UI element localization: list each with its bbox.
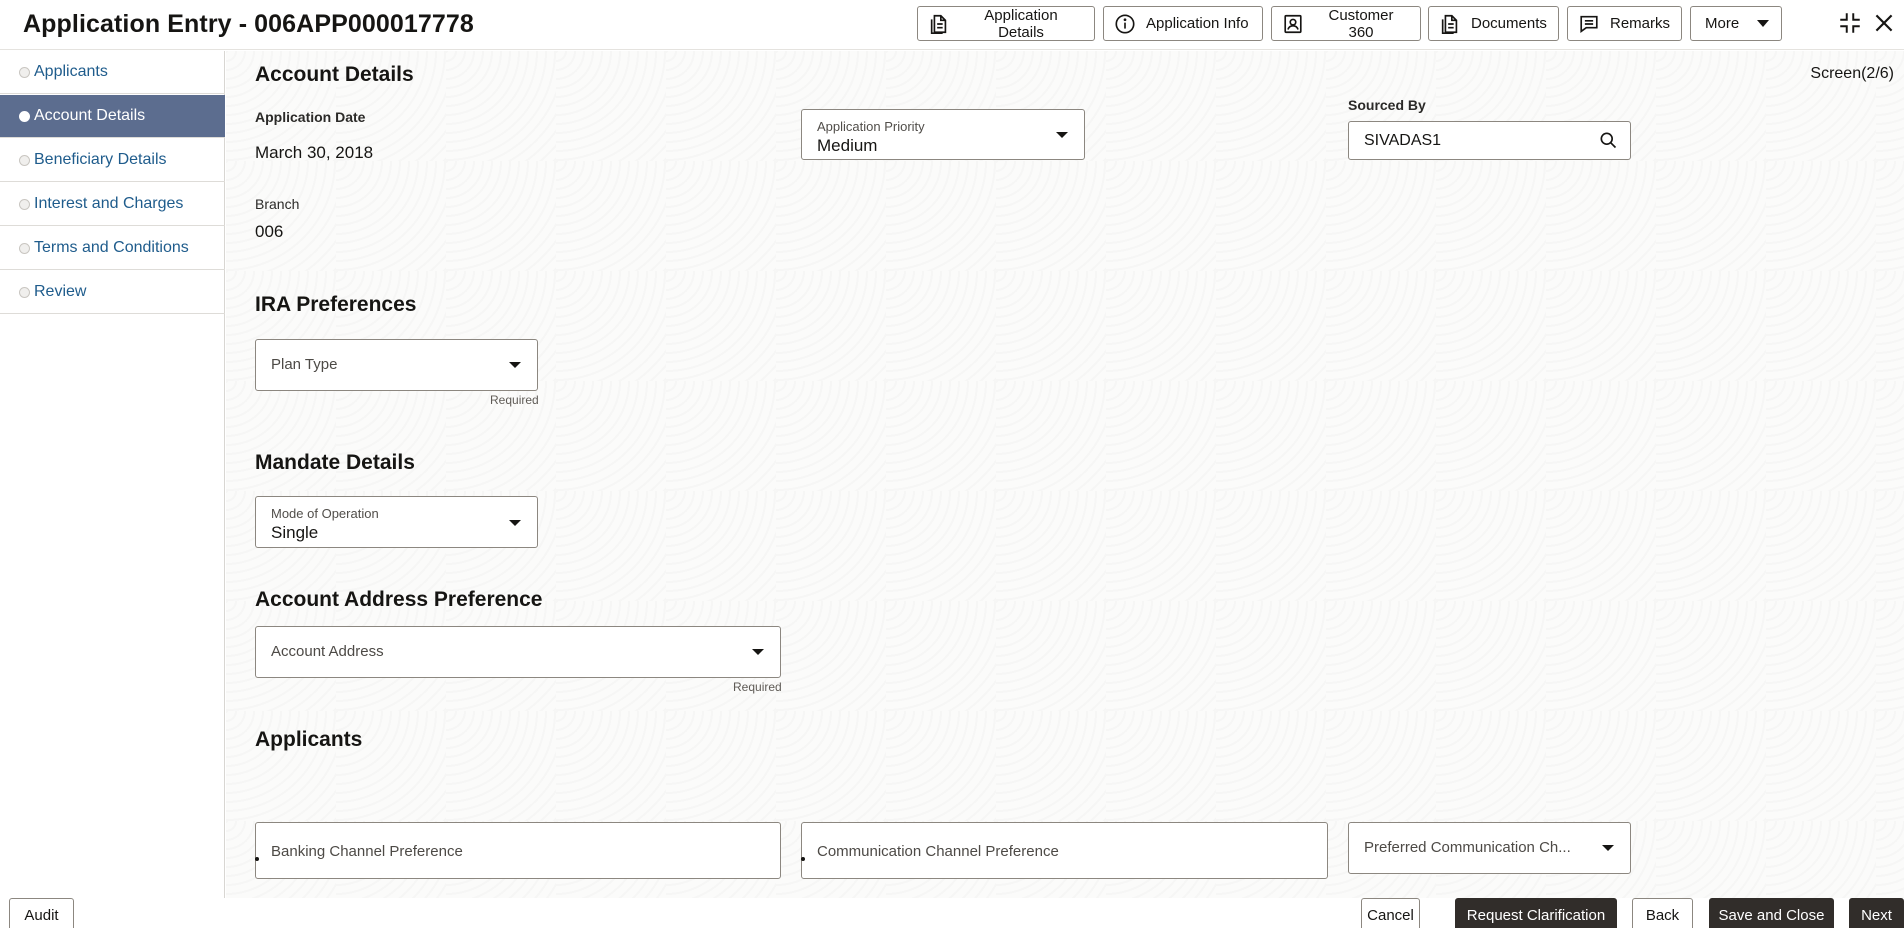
documents-icon [1441,14,1458,34]
application-priority-label: Application Priority [817,119,925,134]
banking-channel-preference-field[interactable]: Banking Channel Preference [255,822,781,879]
account-address-placeholder: Account Address [271,643,384,660]
collapse-icon[interactable] [1837,10,1863,36]
plan-type-select[interactable]: Plan Type [255,339,538,391]
sidebar-item-interest-and-charges[interactable]: Interest and Charges [0,183,225,226]
step-dot-icon [19,66,30,78]
communication-channel-preference-label: Communication Channel Preference [817,843,1059,860]
caret-down-icon [1757,20,1770,27]
application-details-button[interactable]: Application Details [917,6,1095,41]
main-content: Screen(2/6) Account Details Application … [226,51,1904,898]
step-dot-icon [19,242,30,254]
remarks-label: Remarks [1610,15,1671,32]
applicants-title: Applicants [255,728,363,751]
sidebar-nav: Applicants Account Details Beneficiary D… [0,51,225,898]
step-dot-icon [19,286,30,298]
sourced-by-label: Sourced By [1348,97,1426,113]
sidebar-item-label: Interest and Charges [34,195,184,212]
page-title: Application Entry - 006APP000017778 [23,10,474,38]
plan-type-placeholder: Plan Type [271,356,338,373]
account-address-required-hint: Required [733,680,782,694]
more-label: More [1705,15,1740,32]
sidebar-item-label: Applicants [34,63,108,80]
sourced-by-input[interactable]: SIVADAS1 [1348,121,1631,160]
sourced-by-value: SIVADAS1 [1364,132,1442,149]
sidebar-item-label: Terms and Conditions [34,239,189,256]
mode-of-operation-select[interactable]: Mode of Operation Single [255,496,538,548]
info-icon [1115,13,1135,34]
plan-type-required-hint: Required [490,393,539,407]
preferred-communication-channel-placeholder: Preferred Communication Ch... [1364,839,1571,856]
account-address-select[interactable]: Account Address [255,626,781,678]
footer-bar [0,898,1904,928]
sidebar-item-terms-and-conditions[interactable]: Terms and Conditions [0,227,225,270]
step-dot-icon [19,110,30,122]
search-icon[interactable] [1598,130,1618,150]
sidebar-item-label: Review [34,283,87,300]
application-info-label: Application Info [1146,15,1249,32]
caret-down-icon [1602,845,1614,851]
cancel-button[interactable]: Cancel [1361,898,1420,928]
account-details-title: Account Details [255,63,414,86]
application-info-button[interactable]: Application Info [1103,6,1263,41]
customer-360-button[interactable]: Customer 360 [1271,6,1421,41]
application-date-label: Application Date [255,109,366,125]
document-icon [930,14,947,34]
communication-channel-preference-field[interactable]: Communication Channel Preference [801,822,1328,879]
request-clarification-button[interactable]: Request Clarification [1455,898,1617,928]
close-icon[interactable] [1871,10,1897,36]
step-dot-icon [19,154,30,166]
ira-preferences-title: IRA Preferences [255,293,417,316]
caret-down-icon [509,520,521,526]
documents-button[interactable]: Documents [1428,6,1559,41]
step-dot-icon [19,198,30,210]
caret-down-icon [509,362,521,368]
banking-channel-preference-label: Banking Channel Preference [271,843,463,860]
branch-value: 006 [255,222,284,241]
mode-of-operation-label: Mode of Operation [271,506,379,521]
preferred-communication-channel-select[interactable]: Preferred Communication Ch... [1348,822,1631,874]
bullet-icon [801,857,805,861]
app-header: Application Entry - 006APP000017778 Appl… [0,0,1904,50]
screen-counter: Screen(2/6) [1810,65,1894,82]
remarks-button[interactable]: Remarks [1567,6,1682,41]
caret-down-icon [752,649,764,655]
back-button[interactable]: Back [1632,898,1693,928]
application-priority-select[interactable]: Application Priority Medium [801,109,1085,160]
bullet-icon [255,857,259,861]
branch-label: Branch [255,196,300,212]
sidebar-item-applicants[interactable]: Applicants [0,51,225,94]
sidebar-item-label: Beneficiary Details [34,151,167,168]
account-address-preference-title: Account Address Preference [255,588,543,611]
application-details-label: Application Details [984,6,1058,41]
mandate-details-title: Mandate Details [255,451,415,474]
audit-button[interactable]: Audit [9,898,74,928]
application-priority-value: Medium [817,136,878,155]
sidebar-item-review[interactable]: Review [0,271,225,314]
save-and-close-button[interactable]: Save and Close [1709,898,1834,928]
caret-down-icon [1056,132,1068,138]
customer-360-label: Customer 360 [1328,6,1394,41]
more-button[interactable]: More [1690,6,1782,41]
mode-of-operation-value: Single [271,523,319,542]
next-button[interactable]: Next [1849,898,1904,928]
sidebar-item-beneficiary-details[interactable]: Beneficiary Details [0,139,225,182]
user-card-icon [1284,14,1302,33]
documents-label: Documents [1471,15,1547,32]
comment-icon [1580,15,1598,33]
sidebar-item-label: Account Details [34,107,146,124]
application-date-value: March 30, 2018 [255,143,374,162]
sidebar-item-account-details[interactable]: Account Details [0,95,225,138]
